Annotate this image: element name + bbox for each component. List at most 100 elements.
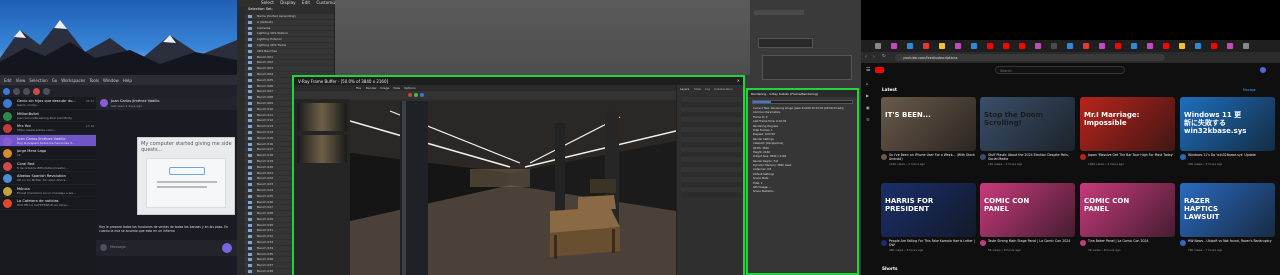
history-thumbnail[interactable] <box>297 135 347 163</box>
menu-help[interactable]: Help <box>123 78 132 83</box>
chat-item[interactable]: La Cafetera de noticias HOY EN LA CAFETE… <box>0 197 96 210</box>
chat-item[interactable]: Mónica Ernesl mencionó en un mensaje a l… <box>0 185 96 197</box>
channel-avatar[interactable] <box>1080 240 1086 246</box>
video-title[interactable]: People Are Falling For This Fake Kamala … <box>889 239 977 247</box>
tab-log[interactable]: Log <box>705 87 710 91</box>
tab-collaboration[interactable]: Collaboration <box>714 87 733 91</box>
tab-favicon-icon[interactable] <box>987 43 993 49</box>
menu-workspaces[interactable]: Workspaces <box>61 78 85 83</box>
channel-avatar[interactable] <box>1180 154 1186 160</box>
video-thumbnail[interactable]: COMIC CON PANEL <box>1080 183 1175 237</box>
message-composer[interactable]: Message <box>96 240 237 256</box>
home-icon[interactable]: ⌂ <box>866 81 869 86</box>
menu-select[interactable]: Select <box>261 0 274 5</box>
settings-icon[interactable] <box>23 87 30 95</box>
chat-item[interactable]: Mrs Yoo https://www.adobe.com/... 17:10 <box>0 122 96 135</box>
tab-favicon-icon[interactable] <box>1051 43 1057 49</box>
tab-favicon-icon[interactable] <box>1147 43 1153 49</box>
blue-channel-icon[interactable] <box>420 93 424 97</box>
avatar[interactable] <box>1260 67 1266 73</box>
video-thumbnail[interactable]: HARRIS FOR PRESIDENT <box>881 183 976 237</box>
tab-favicon-icon[interactable] <box>875 43 881 49</box>
tab-favicon-icon[interactable] <box>1195 43 1201 49</box>
vfb-menu-view[interactable]: View <box>393 86 400 90</box>
tab-favicon-icon[interactable] <box>1227 43 1233 49</box>
chat-item-active[interactable]: Juan Carlos Jiménez Vadillo Hoy le prepa… <box>0 134 96 147</box>
tab-favicon-icon[interactable] <box>1083 43 1089 49</box>
video-title[interactable]: So I've Been an iPhone User For a Week..… <box>889 153 977 161</box>
channel-avatar[interactable] <box>881 154 887 160</box>
tab-favicon-icon[interactable] <box>907 43 913 49</box>
channel-avatar[interactable] <box>980 240 986 246</box>
subscriptions-icon[interactable]: ▣ <box>866 105 870 110</box>
youtube-logo-icon[interactable] <box>875 67 884 73</box>
menu-display[interactable]: Display <box>280 0 295 5</box>
tab-favicon-icon[interactable] <box>1099 43 1105 49</box>
image-message[interactable]: My computer started giving me side quest… <box>137 137 235 215</box>
menu-edit[interactable]: Edit <box>4 78 12 83</box>
menu-selection[interactable]: Selection <box>29 78 47 83</box>
tab-favicon-icon[interactable] <box>1035 43 1041 49</box>
green-channel-icon[interactable] <box>414 93 418 97</box>
video-thumbnail[interactable]: RAZER HAPTICS LAWSUIT <box>1180 183 1275 237</box>
forward-icon[interactable]: › <box>873 54 875 60</box>
video-title[interactable]: Japan 'Massive Get The Bar Tour High For… <box>1088 153 1176 157</box>
tab-stats[interactable]: Stats <box>694 87 701 91</box>
send-icon[interactable] <box>222 243 232 253</box>
chat-item[interactable]: Coral Red 5 de octubre #PhotoDuoCreator.… <box>0 160 96 172</box>
address-bar[interactable]: youtube.com/feed/subscriptions <box>895 54 1165 61</box>
close-icon[interactable]: ✕ <box>737 78 740 83</box>
vfb-menu-image[interactable]: Image <box>380 86 389 90</box>
tab-favicon-icon[interactable] <box>891 43 897 49</box>
search-input[interactable]: Search <box>995 66 1125 74</box>
video-thumbnail[interactable]: Stop the Doom Scrolling! <box>980 97 1075 151</box>
attach-icon[interactable] <box>100 244 107 251</box>
menu-icon[interactable]: ☰ <box>866 67 870 73</box>
history-thumbnail[interactable] <box>297 103 347 131</box>
vfb-menu-render[interactable]: Render <box>366 86 377 90</box>
library-icon[interactable]: ☰ <box>866 117 870 122</box>
menu-window[interactable]: Window <box>103 78 119 83</box>
chat-item[interactable]: Albeloo Spanish Revolution Oh no Co McMs… <box>0 172 96 185</box>
channel-avatar[interactable] <box>1080 154 1086 160</box>
vfb-menu-file[interactable]: File <box>356 86 361 90</box>
manage-link[interactable]: Manage <box>1243 88 1256 92</box>
tab-favicon-icon[interactable] <box>1179 43 1185 49</box>
video-title[interactable]: Windows 11's Do 'win32kbase.sys' Update <box>1188 153 1276 157</box>
tab-favicon-icon[interactable] <box>1003 43 1009 49</box>
tab-favicon-icon[interactable] <box>955 43 961 49</box>
menu-tools[interactable]: Tools <box>89 78 99 83</box>
phone-icon[interactable] <box>43 87 50 95</box>
notification-icon[interactable] <box>33 87 40 95</box>
video-thumbnail[interactable]: COMIC CON PANEL <box>980 183 1075 237</box>
tab-favicon-icon[interactable] <box>1019 43 1025 49</box>
channel-avatar[interactable] <box>881 240 887 246</box>
tab-favicon-icon[interactable] <box>971 43 977 49</box>
video-title[interactable]: Tina Baker Panel | La Comic Con 2024 <box>1088 239 1176 243</box>
tab-favicon-icon[interactable] <box>1243 43 1249 49</box>
tab-favicon-icon[interactable] <box>923 43 929 49</box>
message-input[interactable]: Message <box>110 245 126 249</box>
tab-favicon-icon[interactable] <box>939 43 945 49</box>
video-title[interactable]: Taste Strong Main Stage Panel | La Comic… <box>988 239 1076 243</box>
render-setup-dialog[interactable] <box>758 38 813 48</box>
video-thumbnail[interactable]: Windows 11 更新に失敗する win32kbase.sys <box>1180 97 1275 151</box>
viewport[interactable] <box>335 0 750 75</box>
menu-go[interactable]: Go <box>52 78 58 83</box>
red-channel-icon[interactable] <box>408 93 412 97</box>
reload-icon[interactable]: ↻ <box>882 54 886 59</box>
chat-item[interactable]: MillionBullet Juan Groundbreaking Rick a… <box>0 110 96 122</box>
menu-view[interactable]: View <box>16 78 26 83</box>
video-thumbnail[interactable]: IT'S BEEN... <box>881 97 976 151</box>
tab-layers[interactable]: Layers <box>680 87 689 91</box>
tab-favicon-icon[interactable] <box>1163 43 1169 49</box>
tab-favicon-icon[interactable] <box>1131 43 1137 49</box>
search-icon[interactable] <box>13 87 20 95</box>
panel-field[interactable] <box>754 10 804 15</box>
back-icon[interactable]: ‹ <box>865 54 867 60</box>
menu-edit[interactable]: Edit <box>302 0 310 5</box>
tab-favicon-icon[interactable] <box>1211 43 1217 49</box>
channel-avatar[interactable] <box>980 154 986 160</box>
tab-strip[interactable] <box>861 40 1280 52</box>
channel-avatar[interactable] <box>1180 240 1186 246</box>
